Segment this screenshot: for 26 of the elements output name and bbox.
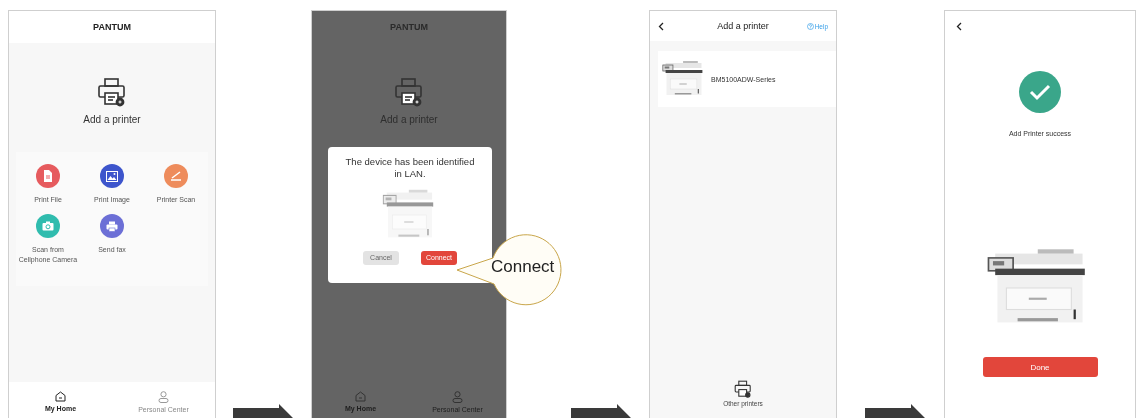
add-printer-icon[interactable] [394, 77, 424, 107]
arrow-icon [233, 404, 293, 418]
add-printer-icon[interactable] [97, 77, 127, 107]
back-icon[interactable] [658, 21, 664, 31]
help-icon [806, 22, 814, 30]
checkmark-icon [1019, 71, 1061, 113]
home-icon[interactable] [55, 391, 66, 402]
document-icon [43, 170, 53, 182]
printer-icon [106, 220, 118, 232]
back-icon[interactable] [956, 22, 962, 31]
done-button[interactable]: Done [982, 357, 1098, 377]
camera-icon [42, 221, 54, 232]
add-printer-label[interactable]: Add a printer [83, 114, 141, 125]
arrow-icon [571, 404, 631, 418]
person-icon[interactable] [158, 391, 169, 403]
scanner-icon [170, 171, 182, 181]
function-icon[interactable] [36, 164, 60, 188]
screen-title: Add a printer [717, 21, 769, 31]
picture-icon [106, 170, 118, 182]
printer-icon[interactable] [734, 380, 752, 398]
arrow-icon [865, 404, 925, 418]
app-title: PANTUM [9, 11, 215, 43]
dialog-message: The device has been identified in LAN. [344, 156, 476, 181]
function-icon[interactable] [100, 164, 124, 188]
function-icon[interactable] [100, 214, 124, 239]
callout-text: Connect [491, 257, 555, 277]
